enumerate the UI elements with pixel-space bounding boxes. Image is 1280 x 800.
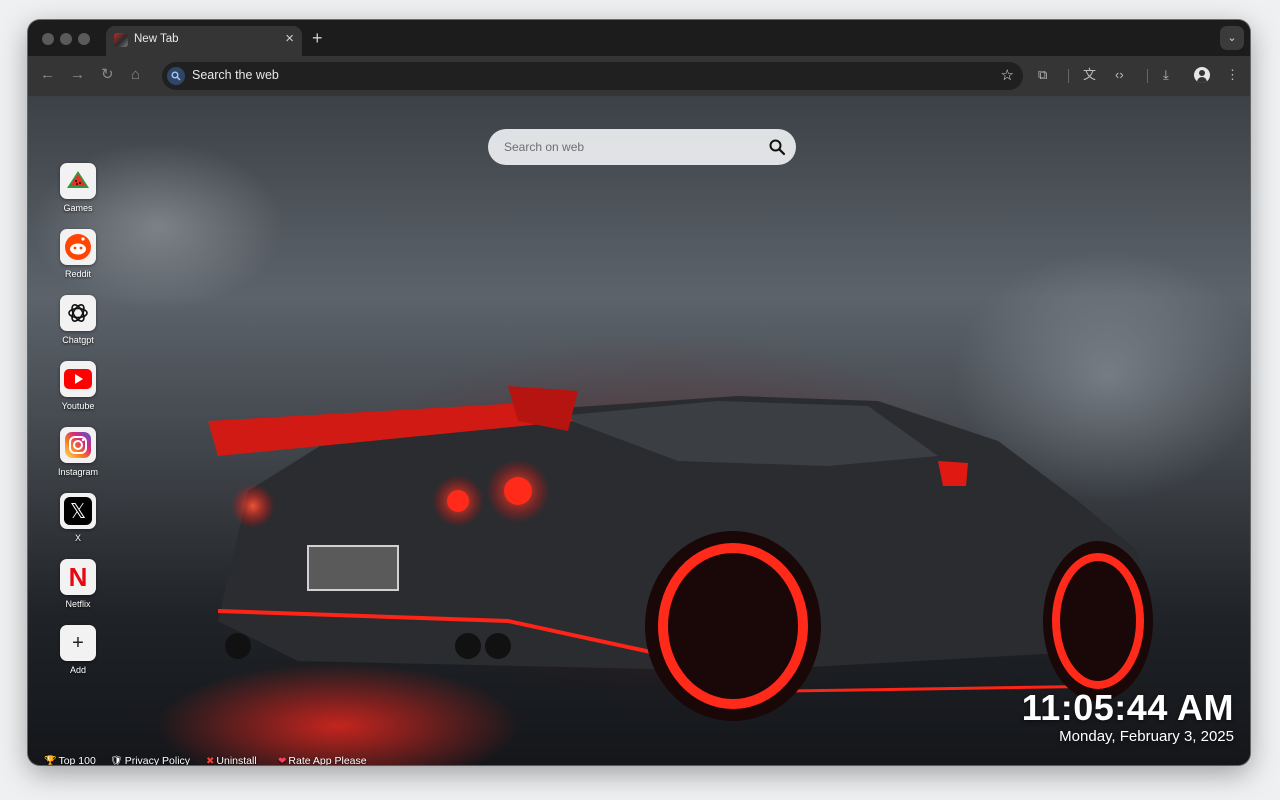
x-logo-glyph: 𝕏 — [64, 497, 92, 525]
shortcut-label: Add — [69, 665, 86, 675]
shortcut-x[interactable]: 𝕏 X — [50, 493, 106, 543]
tab-title: New Tab — [134, 33, 179, 45]
toolbar-separator — [1068, 69, 1069, 83]
shortcut-games[interactable]: Games — [50, 163, 106, 213]
shortcut-label: Youtube — [61, 401, 95, 411]
x-icon: 𝕏 — [60, 493, 96, 529]
shortcut-label: Instagram — [57, 467, 99, 477]
footer-link-rate-app[interactable]: ❤ Rate App Please — [278, 755, 367, 765]
reload-button[interactable]: ↻ — [101, 66, 114, 84]
reddit-icon — [60, 229, 96, 265]
shortcut-instagram[interactable]: Instagram — [50, 427, 106, 477]
netflix-logo-glyph: N — [68, 561, 88, 592]
tab-close-icon[interactable]: × — [285, 31, 294, 47]
tab-search-button[interactable]: ⌄ — [1220, 26, 1244, 50]
devtools-icon[interactable]: ‹› — [1115, 66, 1124, 84]
heart-icon: ❤ — [278, 756, 287, 765]
shortcut-label: Games — [63, 203, 93, 213]
search-icon[interactable] — [768, 138, 786, 156]
clock-date: Monday, February 3, 2025 — [1059, 728, 1234, 745]
browser-window: New Tab × + ⌄ ← → ↻ ⌂ Search the web ☆ ⧉… — [28, 20, 1250, 765]
footer-link-privacy-policy[interactable]: 🛡 Privacy Policy — [110, 755, 190, 765]
menu-icon[interactable]: ⋮ — [1226, 66, 1239, 84]
plus-icon: + — [60, 625, 96, 661]
shortcut-label: Reddit — [64, 269, 91, 279]
bookmark-star-icon[interactable]: ☆ — [1001, 66, 1014, 84]
shortcut-youtube[interactable]: Youtube — [50, 361, 106, 411]
home-button[interactable]: ⌂ — [131, 66, 140, 84]
tab-strip: New Tab × + ⌄ — [28, 20, 1250, 56]
profile-avatar-icon[interactable] — [1194, 67, 1210, 83]
shortcut-label: X — [74, 533, 81, 543]
translate-icon[interactable]: 文 — [1083, 66, 1096, 84]
search-input-placeholder: Search on web — [504, 140, 585, 154]
watermelon-icon — [60, 163, 96, 199]
back-button[interactable]: ← — [40, 66, 55, 84]
shield-icon: 🛡 — [110, 756, 123, 765]
shortcut-reddit[interactable]: Reddit — [50, 229, 106, 279]
shortcut-chatgpt[interactable]: Chatgpt — [50, 295, 106, 345]
instagram-icon — [60, 427, 96, 463]
toolbar-separator — [1147, 69, 1148, 83]
chatgpt-icon — [60, 295, 96, 331]
search-icon — [167, 67, 185, 85]
browser-toolbar: ← → ↻ ⌂ Search the web ☆ ⧉ 文 ‹› ⤓ ⋮ — [28, 56, 1250, 96]
shortcut-netflix[interactable]: N Netflix — [50, 559, 106, 609]
footer-link-top-100[interactable]: 🏆 Top 100 — [44, 755, 96, 765]
extensions-icon[interactable]: ⧉ — [1038, 66, 1047, 84]
window-maximize-dot[interactable] — [78, 33, 90, 45]
address-bar[interactable]: Search the web ☆ — [162, 62, 1023, 90]
plus-glyph: + — [72, 631, 84, 654]
download-icon[interactable]: ⤓ — [1163, 66, 1169, 84]
forward-button[interactable]: → — [70, 66, 85, 84]
clock-time: 11:05:44 AM — [1021, 687, 1234, 728]
trophy-icon: 🏆 — [44, 756, 57, 765]
shortcut-label: Netflix — [65, 599, 91, 609]
youtube-icon — [60, 361, 96, 397]
new-tab-page: Search on web Games Reddit Chatgpt Youtu… — [28, 96, 1250, 765]
window-minimize-dot[interactable] — [60, 33, 72, 45]
address-bar-text: Search the web — [192, 68, 279, 82]
tab-favicon-icon — [114, 33, 128, 47]
new-tab-button[interactable]: + — [312, 28, 323, 48]
cross-icon: ✖ — [206, 756, 215, 765]
shortcut-label: Chatgpt — [62, 335, 94, 345]
car-wallpaper-image — [208, 386, 1153, 721]
window-close-dot[interactable] — [42, 33, 54, 45]
netflix-icon: N — [60, 559, 96, 595]
footer-link-uninstall[interactable]: ✖ Uninstall — [206, 755, 257, 765]
tab-new-tab[interactable]: New Tab × — [106, 26, 302, 56]
web-search-box[interactable]: Search on web — [488, 129, 796, 165]
shortcut-add[interactable]: + Add — [50, 625, 106, 675]
